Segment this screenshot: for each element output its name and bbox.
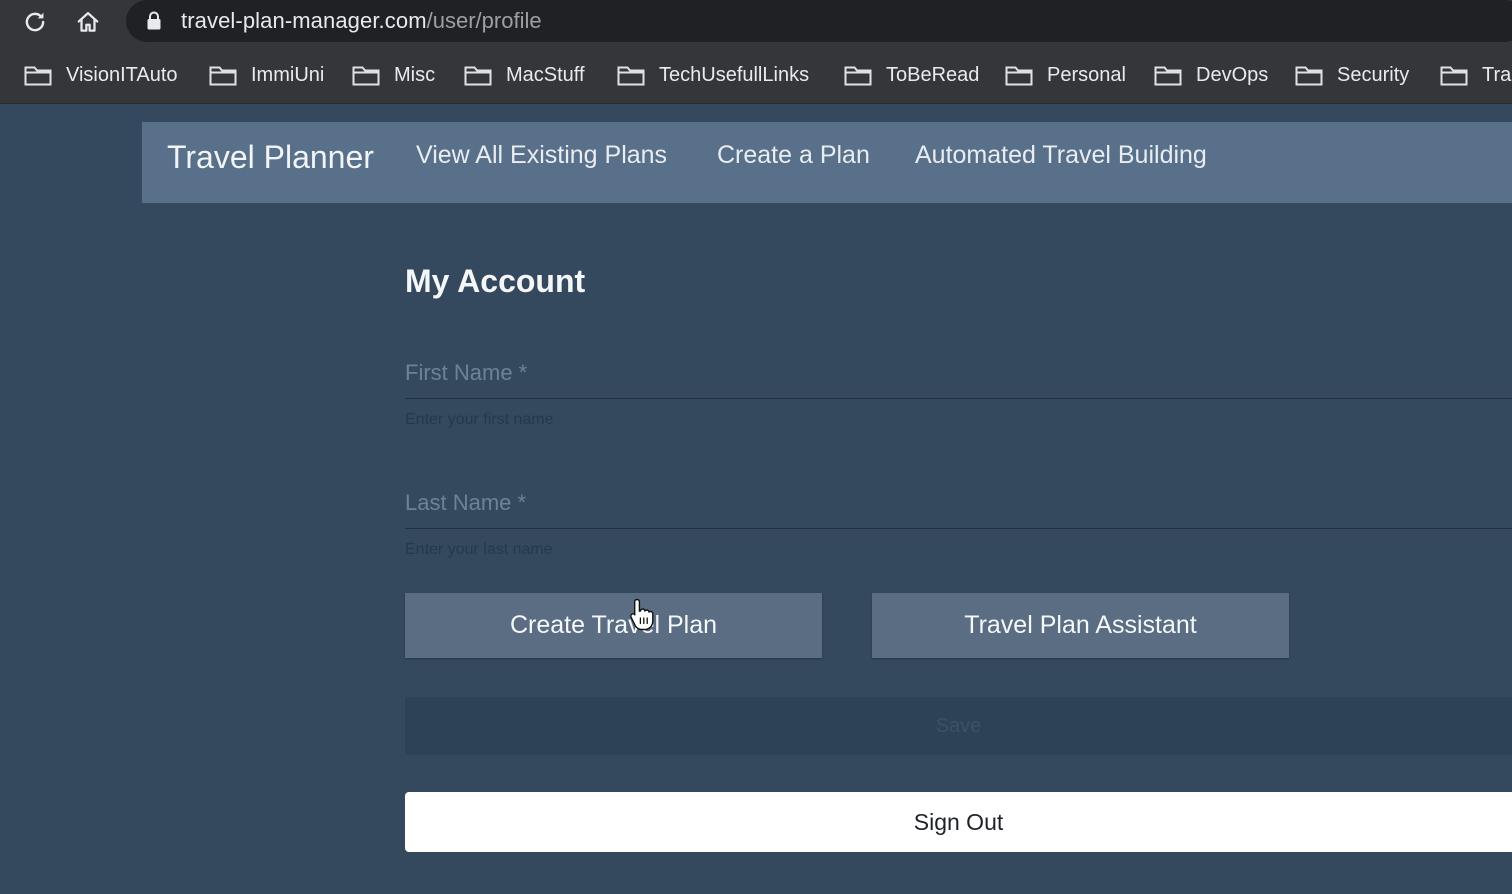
url-host: travel-plan-manager.com — [181, 8, 427, 33]
reload-icon — [22, 9, 48, 35]
folder-icon — [464, 64, 492, 86]
bookmark-label: ToBeRead — [886, 63, 980, 86]
reload-button[interactable] — [18, 5, 52, 39]
bookmark-label: DevOps — [1196, 63, 1269, 86]
bookmark-folder[interactable]: TechUsefullLinks — [617, 46, 810, 103]
bookmark-label: MacStuff — [506, 63, 585, 86]
bookmark-folder[interactable]: Misc — [352, 46, 436, 103]
folder-icon — [24, 64, 52, 86]
folder-icon — [1005, 64, 1033, 86]
home-icon — [75, 9, 101, 35]
page-title: My Account — [405, 263, 586, 299]
bookmark-folder[interactable]: Tra — [1440, 46, 1512, 103]
folder-icon — [617, 64, 645, 86]
bookmark-label: Tra — [1482, 63, 1512, 86]
folder-icon — [844, 64, 872, 86]
address-bar[interactable]: travel-plan-manager.com/user/profile — [126, 0, 1512, 42]
bookmarks-bar: VisionITAuto ImmiUni Misc MacStuff TechU… — [0, 46, 1512, 104]
bookmark-folder[interactable]: Security — [1295, 46, 1410, 103]
sign-out-button[interactable]: Sign Out — [405, 792, 1512, 852]
last-name-helper-text: Enter your last name — [405, 541, 553, 558]
travel-plan-assistant-button[interactable]: Travel Plan Assistant — [872, 593, 1289, 658]
bookmark-label: TechUsefullLinks — [659, 63, 810, 86]
bookmark-label: Security — [1337, 63, 1410, 86]
bookmark-folder[interactable]: Personal — [1005, 46, 1126, 103]
nav-link-view-all-plans[interactable]: View All Existing Plans — [416, 122, 667, 203]
folder-icon — [1295, 64, 1323, 86]
page-content: Travel Planner View All Existing Plans C… — [0, 105, 1512, 894]
first-name-field: First Name * Enter your first name — [405, 359, 1512, 429]
browser-toolbar: travel-plan-manager.com/user/profile — [0, 0, 1512, 46]
save-button[interactable]: Save — [405, 697, 1512, 755]
create-travel-plan-button[interactable]: Create Travel Plan — [405, 593, 822, 658]
bookmark-folder[interactable]: ImmiUni — [209, 46, 325, 103]
app-navbar: Travel Planner View All Existing Plans C… — [142, 122, 1512, 203]
bookmark-folder[interactable]: DevOps — [1154, 46, 1269, 103]
bookmark-label: Misc — [394, 63, 436, 86]
last-name-field: Last Name * Enter your last name — [405, 489, 1512, 559]
first-name-helper-text: Enter your first name — [405, 411, 554, 428]
home-button[interactable] — [71, 5, 105, 39]
first-name-input[interactable] — [405, 359, 1512, 399]
folder-icon — [1440, 64, 1468, 86]
folder-icon — [209, 64, 237, 86]
nav-link-automated-travel[interactable]: Automated Travel Building — [915, 122, 1207, 203]
nav-link-create-plan[interactable]: Create a Plan — [717, 122, 870, 203]
bookmark-folder[interactable]: MacStuff — [464, 46, 585, 103]
bookmark-label: VisionITAuto — [66, 63, 178, 86]
folder-icon — [352, 64, 380, 86]
bookmark-label: Personal — [1047, 63, 1126, 86]
bookmark-label: ImmiUni — [251, 63, 325, 86]
brand-link[interactable]: Travel Planner — [167, 122, 374, 203]
bookmark-folder[interactable]: VisionITAuto — [24, 46, 178, 103]
bookmark-folder[interactable]: ToBeRead — [844, 46, 980, 103]
lock-icon — [146, 11, 162, 31]
url-path: /user/profile — [426, 8, 542, 33]
last-name-input[interactable] — [405, 489, 1512, 529]
folder-icon — [1154, 64, 1182, 86]
